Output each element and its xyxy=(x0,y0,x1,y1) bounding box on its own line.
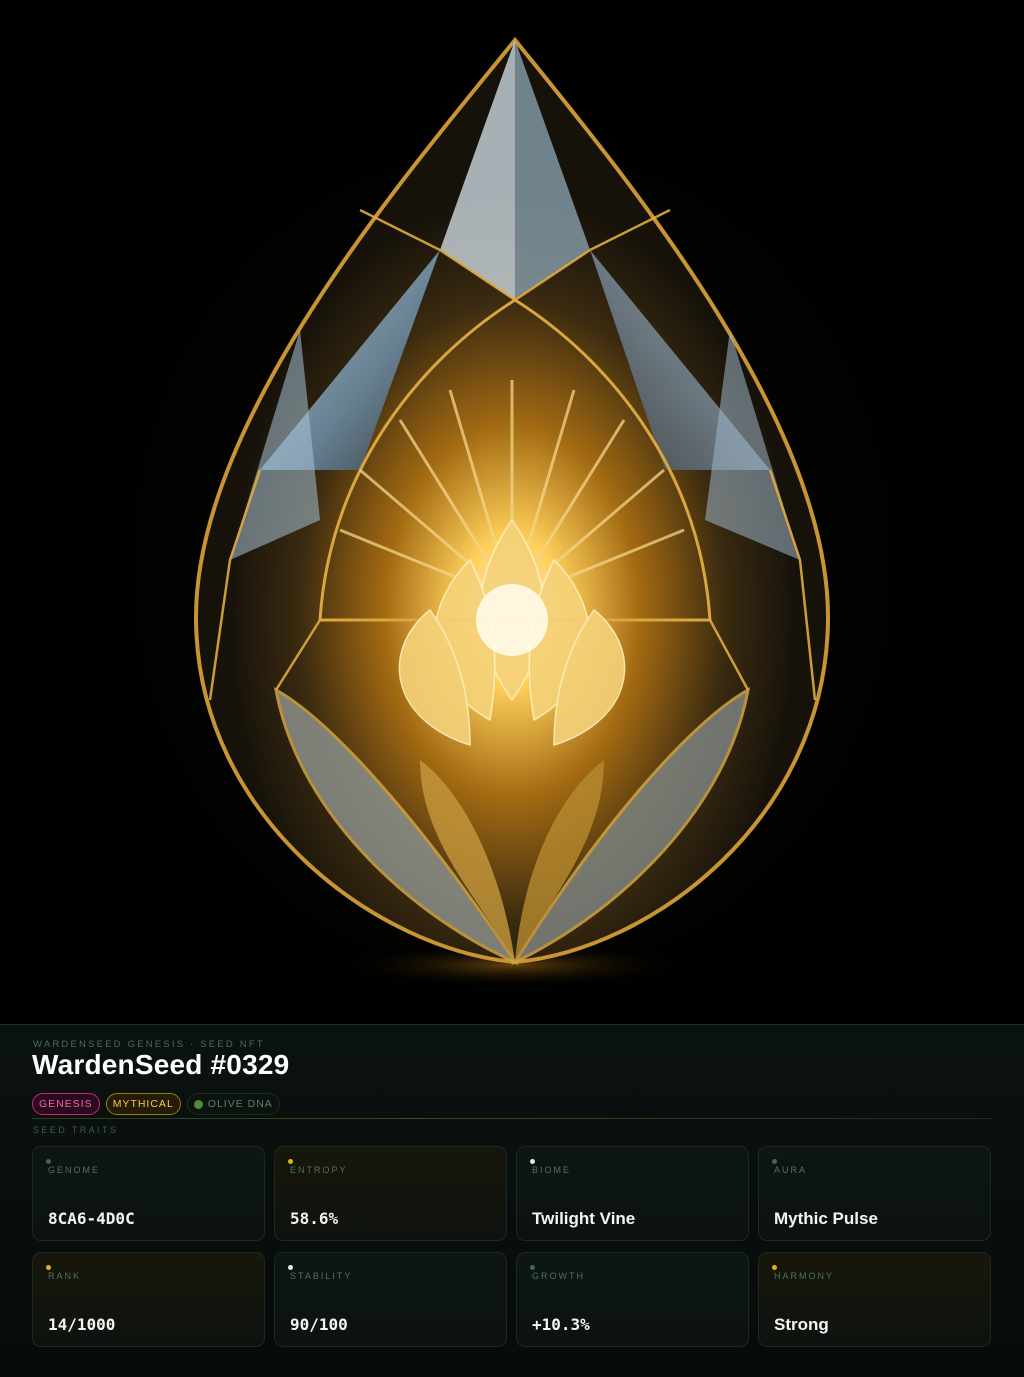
crystal-seed-image xyxy=(193,36,831,987)
trait-value: Twilight Vine xyxy=(532,1209,636,1228)
trait-card-rank: RANK 14/1000 xyxy=(32,1252,265,1347)
dna-badge-label: OLIVE DNA xyxy=(207,1098,273,1110)
mythical-badge: MYTHICAL xyxy=(105,1093,181,1115)
status-dot-icon xyxy=(288,1265,293,1270)
trait-value: 90/100 xyxy=(290,1315,348,1334)
trait-label: AURA xyxy=(774,1165,808,1175)
trait-label: STABILITY xyxy=(290,1271,353,1281)
genesis-badge: GENESIS xyxy=(32,1093,100,1115)
trait-value: 58.6% xyxy=(290,1209,339,1228)
traits-section-label: SEED TRAITS xyxy=(33,1125,119,1135)
status-dot-icon xyxy=(772,1265,777,1270)
dna-dot-icon xyxy=(193,1099,203,1109)
traits-grid: GENOME 8CA6-4D0C ENTROPY 58.6% BIOME Twi… xyxy=(32,1146,992,1347)
trait-value: +10.3% xyxy=(532,1315,590,1334)
status-dot-icon xyxy=(46,1265,51,1270)
trait-value: Mythic Pulse xyxy=(774,1209,878,1228)
trait-card-aura: AURA Mythic Pulse xyxy=(758,1146,991,1241)
status-dot-icon xyxy=(46,1159,51,1164)
status-dot-icon xyxy=(530,1265,535,1270)
trait-label: BIOME xyxy=(532,1165,572,1175)
trait-card-biome: BIOME Twilight Vine xyxy=(516,1146,749,1241)
trait-value: 14/1000 xyxy=(48,1315,116,1334)
trait-label: HARMONY xyxy=(774,1271,835,1281)
status-dot-icon xyxy=(772,1159,777,1164)
trait-label: GROWTH xyxy=(532,1271,585,1281)
dna-badge: OLIVE DNA xyxy=(186,1093,280,1115)
badge-row: GENESIS MYTHICAL OLIVE DNA xyxy=(32,1093,280,1115)
nft-title: WardenSeed #0329 xyxy=(32,1049,290,1080)
trait-label: RANK xyxy=(48,1271,82,1281)
trait-label: ENTROPY xyxy=(290,1165,348,1175)
trait-card-stability: STABILITY 90/100 xyxy=(274,1252,507,1347)
trait-label: GENOME xyxy=(48,1165,101,1175)
divider xyxy=(32,1118,992,1119)
seed-artwork xyxy=(0,0,1024,1024)
trait-value: Strong xyxy=(774,1315,829,1334)
trait-card-harmony: HARMONY Strong xyxy=(758,1252,991,1347)
trait-card-growth: GROWTH +10.3% xyxy=(516,1252,749,1347)
trait-value: 8CA6-4D0C xyxy=(48,1209,135,1228)
nft-details-panel: WARDENSEED GENESIS · SEED NFT WardenSeed… xyxy=(0,1024,1024,1377)
trait-card-genome: GENOME 8CA6-4D0C xyxy=(32,1146,265,1241)
trait-card-entropy: ENTROPY 58.6% xyxy=(274,1146,507,1241)
status-dot-icon xyxy=(288,1159,293,1164)
status-dot-icon xyxy=(530,1159,535,1164)
